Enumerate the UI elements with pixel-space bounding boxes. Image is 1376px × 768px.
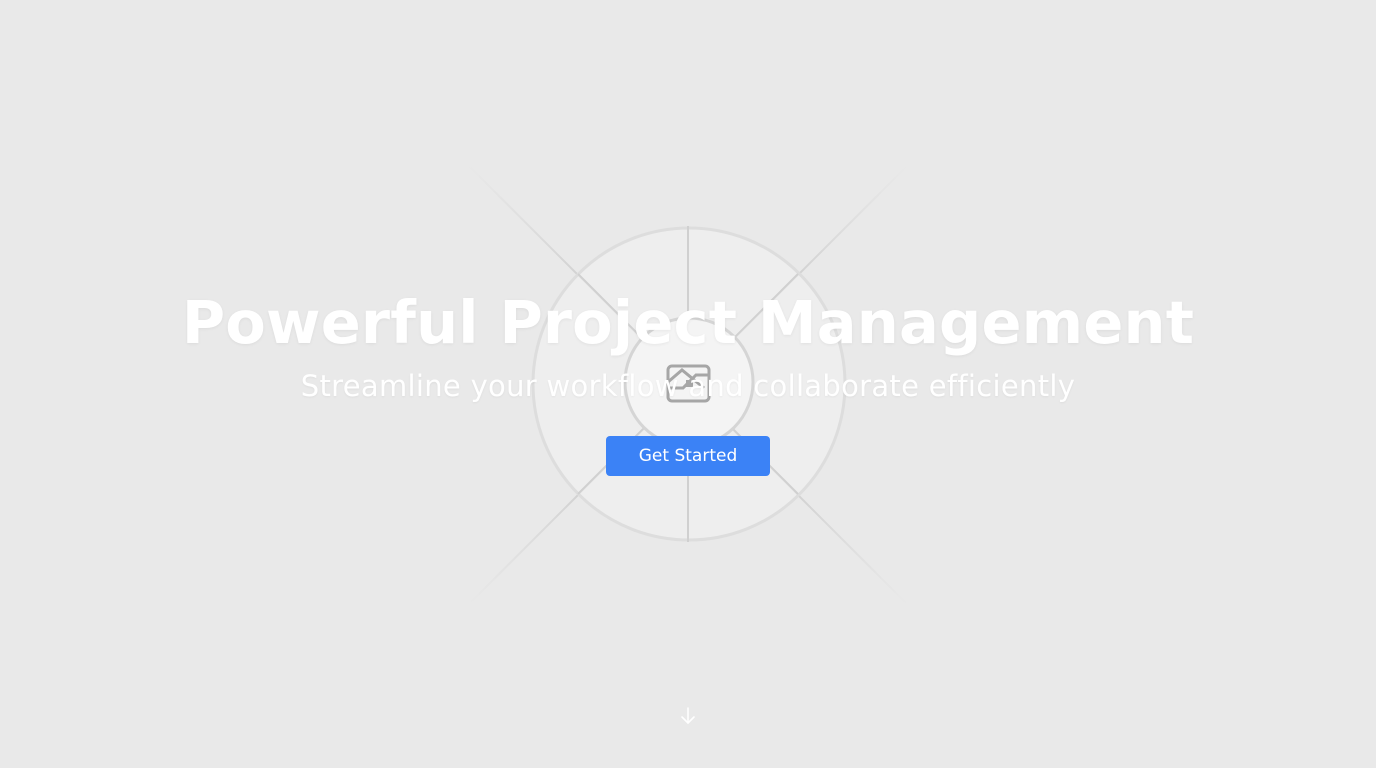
hero-title: Powerful Project Management [181,288,1195,357]
hero-subtitle: Streamline your workflow and collaborate… [300,369,1076,403]
hero-section: Powerful Project Management Streamline y… [0,0,1376,768]
get-started-button[interactable]: Get Started [606,436,770,476]
arrow-down-icon[interactable] [677,705,699,727]
